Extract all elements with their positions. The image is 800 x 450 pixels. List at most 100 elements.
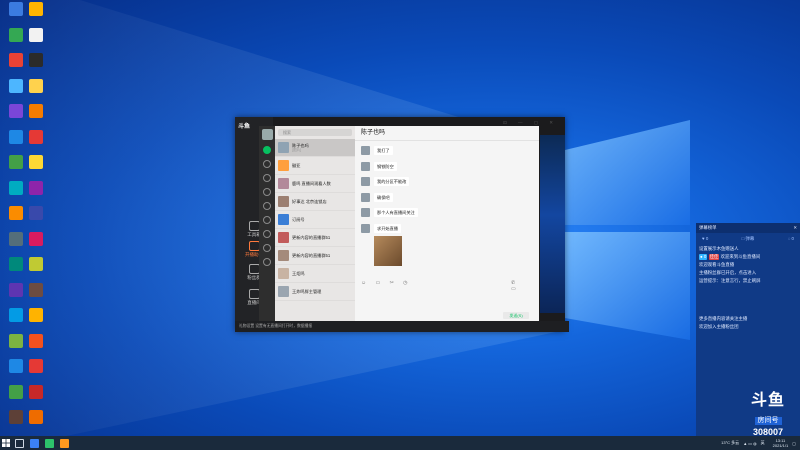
avatar: [278, 250, 289, 261]
moments-icon[interactable]: [263, 202, 271, 210]
avatar[interactable]: [361, 223, 370, 233]
app-icon: [9, 129, 23, 144]
danmaku-list: 设置展示木鱼赠送人 ● 0 佳佳 欢迎来到斗鱼直播间 欢迎观看斗鱼直播 主播粉丝群已开…: [696, 245, 800, 331]
gift-bar: ♥ 0 □ 弹幕 ◌ 0: [696, 233, 800, 245]
gift-stat[interactable]: ♥ 0: [702, 236, 708, 242]
desktop-icon[interactable]: [24, 359, 48, 373]
chat-list-item[interactable]: 王炬鸣: [275, 265, 355, 283]
avatar: [278, 232, 289, 243]
send-button[interactable]: 发送(S): [503, 312, 529, 319]
danmaku-message: 运营提示：注意言行，禁止刷屏: [696, 277, 800, 285]
chat-list-item[interactable]: 王炸鸣胖主管理: [275, 283, 355, 301]
network-icon[interactable]: ▲ ▭ ◍: [743, 441, 756, 446]
app-icon: [9, 282, 23, 297]
chat-list-item[interactable]: 徽亚: [275, 157, 355, 175]
favorites-icon[interactable]: [263, 174, 271, 182]
chat-list-item[interactable]: 更新内容的直播群51: [275, 229, 355, 247]
contacts-icon[interactable]: [263, 160, 271, 168]
desktop-icon[interactable]: [24, 257, 48, 271]
avatar[interactable]: [361, 208, 370, 217]
start-button[interactable]: [0, 436, 12, 450]
desktop-icon[interactable]: [24, 155, 48, 169]
message-row: 我的分区不能改: [361, 177, 410, 186]
avatar[interactable]: [361, 161, 370, 171]
app-icon: [9, 2, 23, 16]
windows-icon: [2, 439, 10, 447]
app-icon: [9, 333, 23, 348]
avatar[interactable]: [361, 146, 370, 155]
chat-list-item[interactable]: 好事达 北京连锁店: [275, 193, 355, 211]
avatar[interactable]: [361, 177, 370, 186]
weather-label[interactable]: 13°C 多云: [721, 440, 739, 446]
message-bubble[interactable]: 确保吧: [374, 192, 393, 202]
wechat-nav-bar: [259, 126, 275, 321]
douyu-logo: 斗鱼: [750, 392, 785, 409]
task-view-icon[interactable]: [15, 438, 24, 448]
wechat-taskbar-icon[interactable]: [45, 438, 54, 448]
desktop-icon[interactable]: [24, 104, 48, 118]
message-bubble[interactable]: 那个人有直播间关注: [374, 208, 418, 217]
danmaku-message: 设置展示木鱼赠送人: [696, 245, 800, 253]
desktop-icon[interactable]: [24, 384, 48, 399]
desktop-icon[interactable]: [24, 282, 48, 297]
desktop-icon[interactable]: [24, 2, 48, 16]
files-icon[interactable]: [263, 188, 271, 196]
search-input[interactable]: 搜索: [278, 129, 352, 136]
search-icon[interactable]: [263, 216, 271, 224]
avatar[interactable]: [261, 129, 273, 140]
ime-indicator[interactable]: 英: [761, 440, 765, 446]
avatar: [278, 196, 289, 207]
chat-list-item[interactable]: 订阅号: [275, 211, 355, 229]
chat-list-item[interactable]: 陈子也吗 [图片]: [275, 139, 355, 157]
notification-icon[interactable]: ▢: [792, 441, 796, 446]
miniprogram-icon[interactable]: [263, 230, 271, 238]
desktop-icon[interactable]: [24, 206, 48, 220]
phone-icon[interactable]: [263, 244, 271, 252]
avatar[interactable]: [361, 192, 370, 202]
close-icon[interactable]: ✕: [793, 225, 797, 231]
app-icon: [29, 180, 43, 195]
desktop-icon[interactable]: [24, 410, 48, 424]
app-icon: [29, 129, 43, 144]
desktop-icon[interactable]: [24, 129, 48, 144]
chat-name: 更新内容的直播群51: [292, 253, 331, 258]
wechat-window[interactable]: 斗鱼 工具箱 开播助手 粉丝群 直播间 搜索 陈子也吗 [图片] 徽亚 鹿鸣 直…: [235, 117, 569, 332]
app-icon: [29, 2, 43, 16]
desktop-icon[interactable]: [24, 180, 48, 195]
chat-list-item[interactable]: 更新内容的直播群51: [275, 247, 355, 265]
desktop-icon[interactable]: [24, 308, 48, 322]
douyu-taskbar-icon[interactable]: [60, 438, 69, 448]
message-bubble[interactable]: 求开始直播: [374, 223, 401, 233]
danmaku-message: ● 0 佳佳 欢迎来到斗鱼直播间: [696, 253, 800, 261]
message-bubble[interactable]: 钢铁防空: [374, 161, 397, 171]
app-icon: [29, 282, 43, 297]
message-bubble[interactable]: 我的分区不能改: [374, 177, 410, 186]
app-icon: [29, 78, 43, 93]
chat-tools-right[interactable]: ✆ ▭: [511, 280, 518, 292]
desktop-icon[interactable]: [24, 27, 48, 42]
desktop-icon[interactable]: [24, 333, 48, 348]
gift-stat[interactable]: □ 弹幕: [742, 236, 755, 242]
image-message[interactable]: [374, 236, 402, 266]
stream-preview: [540, 135, 565, 313]
app-icon: [9, 308, 23, 322]
message-row: 那个人有直播间关注: [361, 208, 418, 217]
chat-list-item[interactable]: 鹿鸣 直播间观看人数: [275, 175, 355, 193]
app-icon: [9, 27, 23, 42]
message-bubble[interactable]: 我打了: [374, 146, 393, 155]
window-controls[interactable]: ⊡ — ▢ ✕: [503, 120, 558, 126]
chat-name: 鹿鸣 直播间观看人数: [292, 181, 331, 186]
danmaku-message: 欢迎加入主播粉丝团: [696, 323, 800, 331]
app-icon: [29, 384, 43, 399]
chat-list-text: 陈子也吗 [图片]: [292, 143, 352, 153]
taskbar-app-icon[interactable]: [30, 438, 39, 448]
clock[interactable]: 13:11 2021/1/1: [769, 438, 789, 448]
menu-icon[interactable]: [263, 258, 271, 266]
danmaku-message: 主播粉丝群已开启，点击进入: [696, 269, 800, 277]
desktop-icon[interactable]: [24, 231, 48, 246]
chat-tools-left[interactable]: ☺ ▭ ✂ ◷: [361, 280, 412, 286]
desktop-icon[interactable]: [24, 78, 48, 93]
desktop-icon[interactable]: [24, 53, 48, 67]
gift-stat[interactable]: ◌ 0: [788, 236, 794, 242]
chat-icon[interactable]: [263, 146, 271, 154]
